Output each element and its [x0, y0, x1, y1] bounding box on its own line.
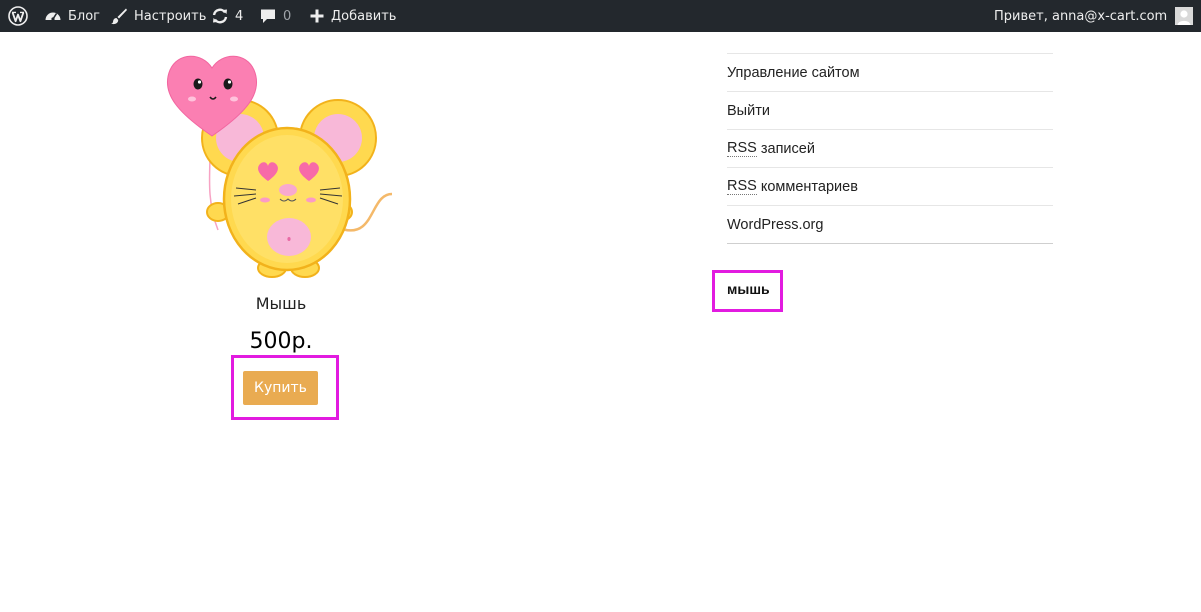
meta-link-label: записей	[756, 140, 815, 157]
meta-link-site-admin[interactable]: Управление сайтом	[727, 54, 1053, 92]
plus-icon	[309, 8, 325, 24]
product-price: 500р.	[249, 329, 313, 354]
wordpress-icon	[8, 6, 28, 26]
avatar	[1175, 7, 1194, 25]
customize-menu-item[interactable]: Настроить	[110, 0, 206, 32]
updates-count: 4	[235, 8, 244, 24]
meta-link-label: комментариев	[756, 178, 858, 195]
meta-link-label: WordPress.org	[727, 216, 824, 233]
meta-link-label: Управление сайтом	[727, 64, 860, 81]
comments-menu-item[interactable]: 0	[259, 0, 291, 32]
meta-link-label: Выйти	[727, 102, 770, 119]
meta-link-logout[interactable]: Выйти	[727, 92, 1053, 130]
add-new-menu-item[interactable]: Добавить	[309, 0, 396, 32]
rss-abbr: RSS	[727, 178, 757, 195]
tag-word[interactable]: мышь	[727, 281, 770, 297]
meta-link-wordpress-org[interactable]: WordPress.org	[727, 206, 1053, 244]
greeting-text: Привет, anna@x-cart.com	[994, 8, 1168, 24]
blog-label: Блог	[68, 8, 101, 24]
brush-icon	[110, 7, 128, 25]
meta-link-entries-rss[interactable]: RSS записей	[727, 130, 1053, 168]
comments-count: 0	[283, 8, 292, 24]
customize-label: Настроить	[134, 8, 207, 24]
meta-widget-list: Управление сайтом Выйти RSS записей RSS …	[727, 53, 1053, 244]
meta-link-comments-rss[interactable]: RSS комментариев	[727, 168, 1053, 206]
product-name[interactable]: Мышь	[206, 294, 356, 313]
updates-icon	[211, 7, 229, 25]
dashboard-icon	[44, 7, 62, 25]
admin-bar: Блог Настроить 4 0 Добавить Привет, anna…	[0, 0, 1201, 32]
rss-abbr: RSS	[727, 140, 757, 157]
buy-button[interactable]: Купить	[243, 371, 318, 405]
blog-menu-item[interactable]: Блог	[44, 0, 100, 32]
updates-menu-item[interactable]: 4	[211, 0, 243, 32]
add-new-label: Добавить	[331, 8, 397, 24]
wordpress-logo-button[interactable]	[8, 0, 28, 32]
product-image[interactable]	[160, 44, 400, 284]
comment-icon	[259, 7, 277, 25]
account-menu[interactable]: Привет, anna@x-cart.com	[994, 0, 1194, 32]
